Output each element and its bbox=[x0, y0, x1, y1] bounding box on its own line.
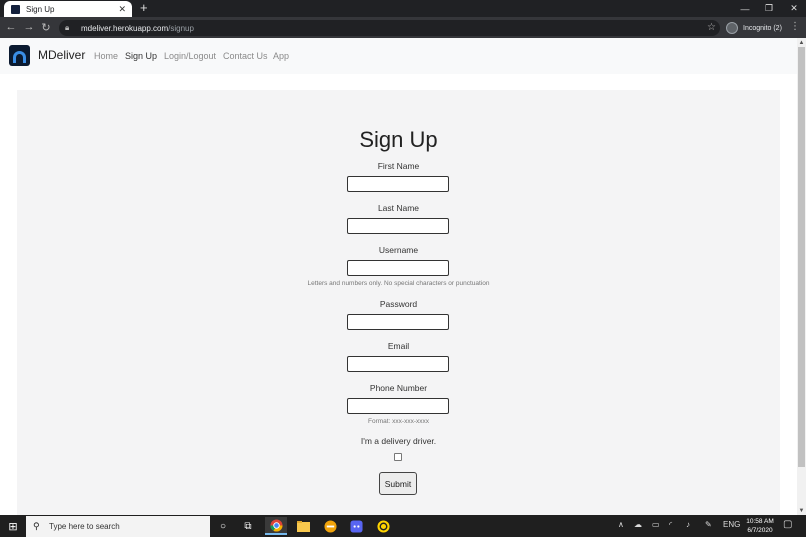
windows-start-icon[interactable]: ⊞ bbox=[0, 515, 26, 537]
volume-icon[interactable]: ♪ bbox=[686, 520, 690, 529]
page-scrollbar[interactable]: ▲ ▼ bbox=[797, 38, 806, 515]
norton-icon[interactable] bbox=[372, 517, 394, 535]
phone-help-text: Format: xxx-xxx-xxxx bbox=[367, 418, 430, 425]
nav-link-contact[interactable]: Contact Us bbox=[223, 51, 268, 61]
password-label: Password bbox=[379, 299, 418, 309]
pen-icon[interactable]: ✎ bbox=[705, 520, 712, 529]
email-input[interactable] bbox=[347, 356, 449, 372]
discord-icon[interactable] bbox=[345, 517, 367, 535]
browser-tab-strip: Sign Up ✕ + — ❐ ✕ bbox=[0, 0, 806, 17]
clock-time: 10:58 AM bbox=[746, 518, 774, 525]
forward-icon[interactable]: → bbox=[22, 20, 36, 34]
nav-link-login-logout[interactable]: Login/Logout bbox=[164, 51, 216, 61]
driver-checkbox[interactable] bbox=[394, 453, 402, 461]
cortana-icon[interactable]: ○ bbox=[212, 517, 234, 535]
incognito-icon bbox=[726, 22, 738, 34]
clock-date: 6/7/2020 bbox=[747, 527, 773, 534]
onedrive-icon[interactable]: ☁ bbox=[634, 520, 642, 529]
minimize-icon[interactable]: — bbox=[733, 0, 757, 17]
system-clock[interactable]: 10:58 AM 6/7/2020 bbox=[740, 517, 780, 535]
scroll-down-icon[interactable]: ▼ bbox=[797, 506, 806, 515]
first-name-label: First Name bbox=[377, 161, 420, 171]
site-favicon-icon bbox=[11, 4, 20, 14]
taskbar-search[interactable]: ⚲ Type here to search bbox=[26, 516, 210, 537]
network-icon[interactable]: ◜ bbox=[669, 520, 672, 529]
phone-input[interactable] bbox=[347, 398, 449, 414]
search-icon: ⚲ bbox=[33, 521, 40, 531]
nav-link-signup[interactable]: Sign Up bbox=[125, 51, 157, 61]
show-hidden-icons-icon[interactable]: ∧ bbox=[618, 520, 624, 529]
browser-tab[interactable]: Sign Up ✕ bbox=[4, 1, 132, 17]
phone-label: Phone Number bbox=[369, 383, 428, 393]
scroll-up-icon[interactable]: ▲ bbox=[797, 38, 806, 47]
close-tab-icon[interactable]: ✕ bbox=[118, 4, 126, 14]
last-name-label: Last Name bbox=[377, 203, 420, 213]
site-navbar: MDeliver Home Sign Up Login/Logout Conta… bbox=[0, 38, 797, 74]
password-input[interactable] bbox=[347, 314, 449, 330]
reload-icon[interactable]: ↻ bbox=[39, 20, 53, 34]
email-label: Email bbox=[387, 341, 410, 351]
bookmark-star-icon[interactable]: ☆ bbox=[707, 22, 716, 33]
url-path: /signup bbox=[168, 23, 194, 33]
last-name-input[interactable] bbox=[347, 218, 449, 234]
nav-link-home[interactable]: Home bbox=[94, 51, 118, 61]
taskbar-search-placeholder: Type here to search bbox=[49, 522, 120, 531]
url-host: mdeliver.herokuapp.com bbox=[81, 23, 169, 33]
file-explorer-icon[interactable] bbox=[292, 517, 314, 535]
incognito-label: Incognito (2) bbox=[743, 24, 782, 32]
windows-taskbar: ⊞ ⚲ Type here to search ○ ⧉ ∧ ☁ ▭ ◜ ♪ ✎ … bbox=[0, 515, 806, 537]
driver-checkbox-label: I'm a delivery driver. bbox=[360, 436, 437, 446]
close-window-icon[interactable]: ✕ bbox=[782, 0, 806, 17]
brand-name[interactable]: MDeliver bbox=[38, 48, 85, 62]
browser-toolbar: ← → ↻ 🔒︎ mdeliver.herokuapp.com/signup ☆… bbox=[0, 17, 806, 38]
battery-icon[interactable]: ▭ bbox=[652, 520, 660, 529]
lock-icon: 🔒︎ bbox=[65, 23, 70, 32]
notification-icon[interactable]: ▢ bbox=[783, 519, 792, 530]
page-viewport: MDeliver Home Sign Up Login/Logout Conta… bbox=[0, 38, 797, 515]
username-input[interactable] bbox=[347, 260, 449, 276]
submit-button[interactable]: Submit bbox=[379, 472, 417, 495]
brand-logo-icon[interactable] bbox=[9, 45, 30, 66]
new-tab-icon[interactable]: + bbox=[140, 1, 148, 15]
incognito-indicator[interactable]: Incognito (2) bbox=[726, 20, 782, 36]
language-indicator[interactable]: ENG bbox=[723, 520, 740, 529]
username-help-text: Letters and numbers only. No special cha… bbox=[307, 280, 490, 287]
chrome-taskbar-icon[interactable] bbox=[265, 517, 287, 535]
back-icon[interactable]: ← bbox=[4, 20, 18, 34]
app-taskbar-icon[interactable] bbox=[319, 517, 341, 535]
restore-icon[interactable]: ❐ bbox=[757, 0, 781, 17]
page-title: Sign Up bbox=[359, 127, 438, 152]
task-view-icon[interactable]: ⧉ bbox=[237, 517, 259, 535]
nav-link-app[interactable]: App bbox=[273, 51, 289, 61]
first-name-input[interactable] bbox=[347, 176, 449, 192]
scroll-thumb[interactable] bbox=[798, 47, 805, 467]
address-bar[interactable]: 🔒︎ mdeliver.herokuapp.com/signup ☆ bbox=[59, 20, 720, 36]
tab-title: Sign Up bbox=[26, 4, 55, 14]
username-label: Username bbox=[378, 245, 419, 255]
browser-menu-icon[interactable]: ⋮ bbox=[790, 21, 800, 32]
